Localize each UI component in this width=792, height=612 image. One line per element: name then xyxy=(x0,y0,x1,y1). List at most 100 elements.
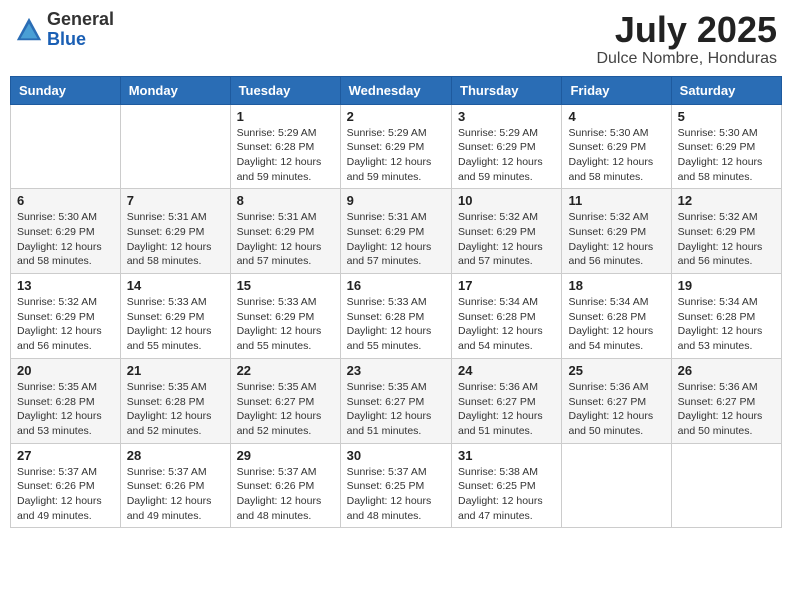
day-number: 14 xyxy=(127,278,224,293)
day-header-monday: Monday xyxy=(120,76,230,104)
day-number: 3 xyxy=(458,109,555,124)
day-number: 24 xyxy=(458,363,555,378)
day-info: Sunrise: 5:35 AM Sunset: 6:28 PM Dayligh… xyxy=(127,380,224,439)
logo-text: General Blue xyxy=(47,10,114,50)
day-info: Sunrise: 5:35 AM Sunset: 6:27 PM Dayligh… xyxy=(347,380,445,439)
day-number: 6 xyxy=(17,193,114,208)
day-number: 30 xyxy=(347,448,445,463)
calendar-cell: 22 Sunrise: 5:35 AM Sunset: 6:27 PM Dayli… xyxy=(230,358,340,443)
day-number: 4 xyxy=(568,109,664,124)
day-info: Sunrise: 5:31 AM Sunset: 6:29 PM Dayligh… xyxy=(237,210,334,269)
calendar-cell: 11Sunrise: 5:32 AM Sunset: 6:29 PM Dayli… xyxy=(562,189,671,274)
day-number: 29 xyxy=(237,448,334,463)
calendar-cell: 23 Sunrise: 5:35 AM Sunset: 6:27 PM Dayli… xyxy=(340,358,451,443)
calendar-cell: 8 Sunrise: 5:31 AM Sunset: 6:29 PM Daylig… xyxy=(230,189,340,274)
calendar-cell: 27Sunrise: 5:37 AM Sunset: 6:26 PM Dayli… xyxy=(11,443,121,528)
day-info: Sunrise: 5:31 AM Sunset: 6:29 PM Dayligh… xyxy=(347,210,445,269)
day-info: Sunrise: 5:29 AM Sunset: 6:28 PM Dayligh… xyxy=(237,126,334,185)
calendar-body: 1 Sunrise: 5:29 AM Sunset: 6:28 PM Daylig… xyxy=(11,104,782,528)
week-row-5: 27Sunrise: 5:37 AM Sunset: 6:26 PM Dayli… xyxy=(11,443,782,528)
day-info: Sunrise: 5:29 AM Sunset: 6:29 PM Dayligh… xyxy=(347,126,445,185)
day-number: 12 xyxy=(678,193,775,208)
calendar-cell xyxy=(11,104,121,189)
day-info: Sunrise: 5:37 AM Sunset: 6:26 PM Dayligh… xyxy=(237,465,334,524)
day-info: Sunrise: 5:32 AM Sunset: 6:29 PM Dayligh… xyxy=(678,210,775,269)
calendar-cell: 31 Sunrise: 5:38 AM Sunset: 6:25 PM Dayli… xyxy=(452,443,562,528)
day-number: 10 xyxy=(458,193,555,208)
day-header-tuesday: Tuesday xyxy=(230,76,340,104)
day-headers-row: SundayMondayTuesdayWednesdayThursdayFrid… xyxy=(11,76,782,104)
day-number: 13 xyxy=(17,278,114,293)
day-number: 19 xyxy=(678,278,775,293)
calendar-table: SundayMondayTuesdayWednesdayThursdayFrid… xyxy=(10,76,782,529)
calendar-cell: 3 Sunrise: 5:29 AM Sunset: 6:29 PM Daylig… xyxy=(452,104,562,189)
day-info: Sunrise: 5:35 AM Sunset: 6:27 PM Dayligh… xyxy=(237,380,334,439)
day-info: Sunrise: 5:32 AM Sunset: 6:29 PM Dayligh… xyxy=(458,210,555,269)
calendar-cell: 17 Sunrise: 5:34 AM Sunset: 6:28 PM Dayli… xyxy=(452,274,562,359)
page-header: General Blue July 2025 Dulce Nombre, Hon… xyxy=(10,10,782,68)
calendar-cell: 21 Sunrise: 5:35 AM Sunset: 6:28 PM Dayli… xyxy=(120,358,230,443)
day-number: 21 xyxy=(127,363,224,378)
day-info: Sunrise: 5:33 AM Sunset: 6:29 PM Dayligh… xyxy=(237,295,334,354)
day-header-wednesday: Wednesday xyxy=(340,76,451,104)
week-row-2: 6Sunrise: 5:30 AM Sunset: 6:29 PM Daylig… xyxy=(11,189,782,274)
calendar-cell: 29 Sunrise: 5:37 AM Sunset: 6:26 PM Dayli… xyxy=(230,443,340,528)
day-number: 25 xyxy=(568,363,664,378)
calendar-cell: 9Sunrise: 5:31 AM Sunset: 6:29 PM Daylig… xyxy=(340,189,451,274)
logo: General Blue xyxy=(15,10,114,50)
day-number: 8 xyxy=(237,193,334,208)
calendar-cell: 10 Sunrise: 5:32 AM Sunset: 6:29 PM Dayli… xyxy=(452,189,562,274)
calendar-cell: 14 Sunrise: 5:33 AM Sunset: 6:29 PM Dayli… xyxy=(120,274,230,359)
day-number: 16 xyxy=(347,278,445,293)
calendar-cell: 15 Sunrise: 5:33 AM Sunset: 6:29 PM Dayli… xyxy=(230,274,340,359)
day-number: 15 xyxy=(237,278,334,293)
week-row-3: 13 Sunrise: 5:32 AM Sunset: 6:29 PM Dayli… xyxy=(11,274,782,359)
day-number: 23 xyxy=(347,363,445,378)
day-info: Sunrise: 5:30 AM Sunset: 6:29 PM Dayligh… xyxy=(678,126,775,185)
day-number: 1 xyxy=(237,109,334,124)
day-number: 26 xyxy=(678,363,775,378)
day-header-saturday: Saturday xyxy=(671,76,781,104)
logo-icon xyxy=(15,16,43,44)
day-number: 31 xyxy=(458,448,555,463)
calendar-cell: 30 Sunrise: 5:37 AM Sunset: 6:25 PM Dayli… xyxy=(340,443,451,528)
calendar-cell: 26Sunrise: 5:36 AM Sunset: 6:27 PM Dayli… xyxy=(671,358,781,443)
month-year-title: July 2025 xyxy=(596,10,777,50)
day-number: 20 xyxy=(17,363,114,378)
calendar-cell: 19 Sunrise: 5:34 AM Sunset: 6:28 PM Dayli… xyxy=(671,274,781,359)
calendar-cell xyxy=(562,443,671,528)
day-info: Sunrise: 5:36 AM Sunset: 6:27 PM Dayligh… xyxy=(568,380,664,439)
calendar-cell: 24 Sunrise: 5:36 AM Sunset: 6:27 PM Dayli… xyxy=(452,358,562,443)
day-info: Sunrise: 5:32 AM Sunset: 6:29 PM Dayligh… xyxy=(568,210,664,269)
day-number: 2 xyxy=(347,109,445,124)
day-header-friday: Friday xyxy=(562,76,671,104)
day-header-thursday: Thursday xyxy=(452,76,562,104)
logo-blue: Blue xyxy=(47,30,114,50)
logo-general: General xyxy=(47,10,114,30)
day-info: Sunrise: 5:33 AM Sunset: 6:28 PM Dayligh… xyxy=(347,295,445,354)
day-info: Sunrise: 5:34 AM Sunset: 6:28 PM Dayligh… xyxy=(458,295,555,354)
calendar-cell: 25 Sunrise: 5:36 AM Sunset: 6:27 PM Dayli… xyxy=(562,358,671,443)
calendar-cell: 5Sunrise: 5:30 AM Sunset: 6:29 PM Daylig… xyxy=(671,104,781,189)
day-number: 18 xyxy=(568,278,664,293)
day-number: 17 xyxy=(458,278,555,293)
calendar-cell xyxy=(671,443,781,528)
day-info: Sunrise: 5:29 AM Sunset: 6:29 PM Dayligh… xyxy=(458,126,555,185)
calendar-cell: 2 Sunrise: 5:29 AM Sunset: 6:29 PM Daylig… xyxy=(340,104,451,189)
day-info: Sunrise: 5:33 AM Sunset: 6:29 PM Dayligh… xyxy=(127,295,224,354)
day-info: Sunrise: 5:34 AM Sunset: 6:28 PM Dayligh… xyxy=(678,295,775,354)
day-info: Sunrise: 5:38 AM Sunset: 6:25 PM Dayligh… xyxy=(458,465,555,524)
day-info: Sunrise: 5:34 AM Sunset: 6:28 PM Dayligh… xyxy=(568,295,664,354)
day-info: Sunrise: 5:37 AM Sunset: 6:25 PM Dayligh… xyxy=(347,465,445,524)
week-row-4: 20 Sunrise: 5:35 AM Sunset: 6:28 PM Dayli… xyxy=(11,358,782,443)
day-number: 28 xyxy=(127,448,224,463)
week-row-1: 1 Sunrise: 5:29 AM Sunset: 6:28 PM Daylig… xyxy=(11,104,782,189)
location-subtitle: Dulce Nombre, Honduras xyxy=(596,50,777,68)
day-number: 22 xyxy=(237,363,334,378)
day-info: Sunrise: 5:32 AM Sunset: 6:29 PM Dayligh… xyxy=(17,295,114,354)
calendar-cell xyxy=(120,104,230,189)
day-info: Sunrise: 5:36 AM Sunset: 6:27 PM Dayligh… xyxy=(458,380,555,439)
calendar-cell: 6Sunrise: 5:30 AM Sunset: 6:29 PM Daylig… xyxy=(11,189,121,274)
calendar-cell: 18 Sunrise: 5:34 AM Sunset: 6:28 PM Dayli… xyxy=(562,274,671,359)
day-info: Sunrise: 5:37 AM Sunset: 6:26 PM Dayligh… xyxy=(127,465,224,524)
